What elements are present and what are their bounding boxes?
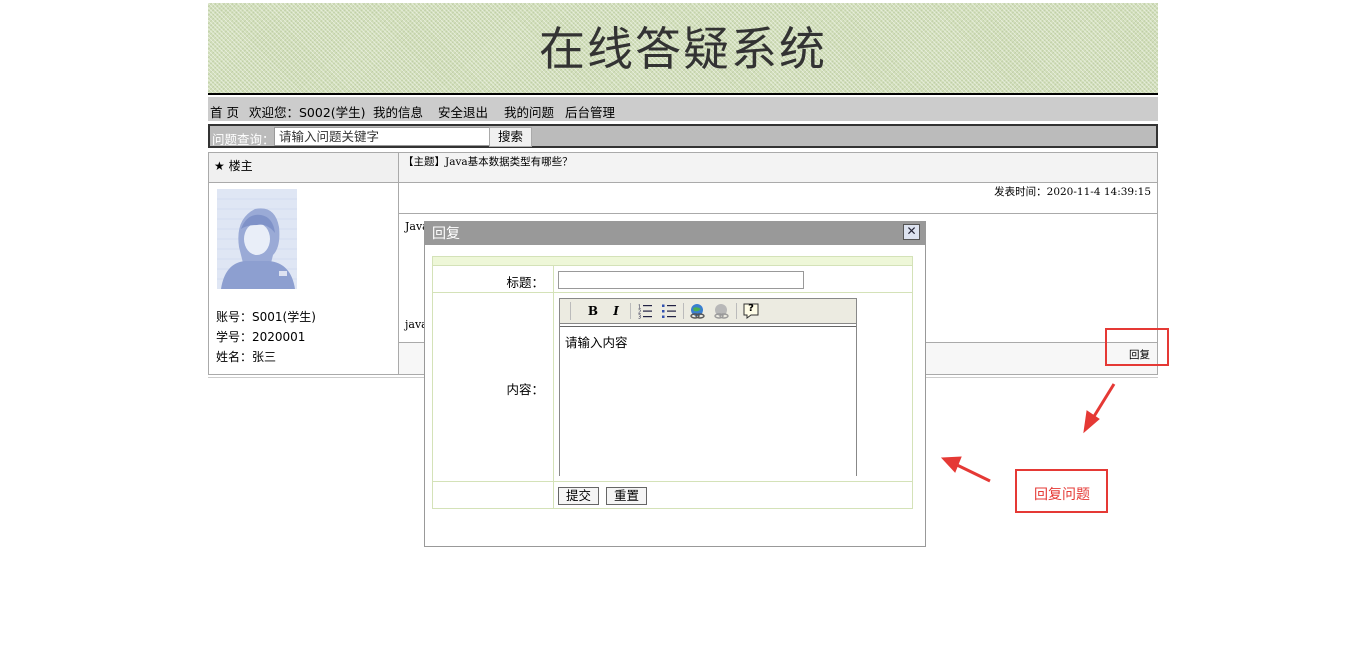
annotation-arrows <box>940 383 1116 483</box>
